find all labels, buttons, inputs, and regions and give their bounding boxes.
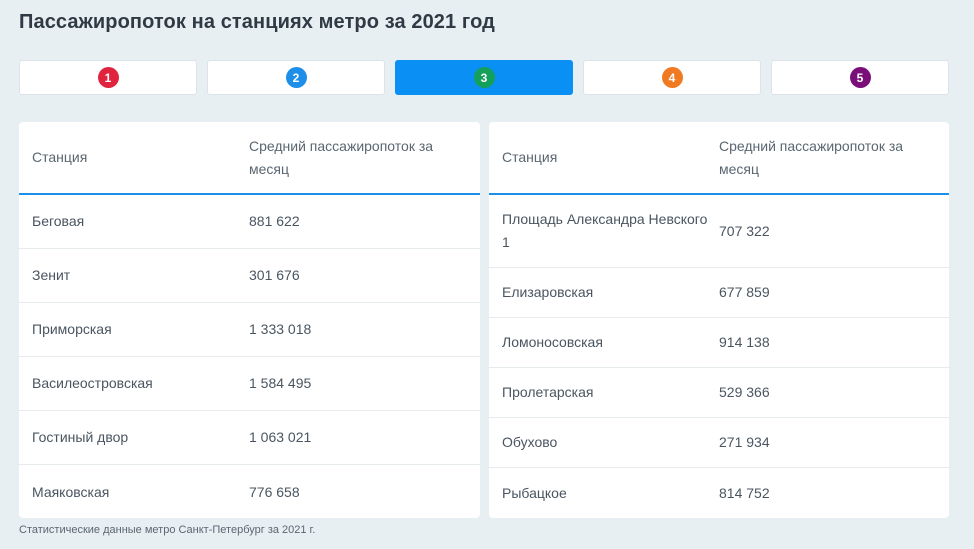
station-name: Рыбацкое	[502, 484, 567, 501]
table-row: Беговая 881 622	[19, 195, 480, 249]
line-4-badge: 4	[661, 67, 683, 88]
tab-line-4[interactable]: 4	[583, 60, 761, 95]
table-row: Василеостровская 1 584 495	[19, 357, 480, 411]
tab-line-3[interactable]: 3	[395, 60, 573, 95]
tab-line-2[interactable]: 2	[207, 60, 385, 95]
stations-table-left: Станция Средний пассажиропоток за месяц …	[19, 122, 480, 518]
ridership-value: 914 138	[719, 334, 770, 350]
table-row: Елизаровская 677 859	[489, 268, 949, 318]
ridership-value: 1 584 495	[249, 375, 312, 391]
station-name: Пролетарская	[502, 384, 594, 400]
ridership-value: 707 322	[719, 222, 770, 239]
tab-line-1[interactable]: 1	[19, 60, 197, 95]
ridership-value: 529 366	[719, 384, 770, 400]
page-title: Пассажиропоток на станциях метро за 2021…	[19, 11, 495, 33]
column-header-station: Станция	[502, 149, 558, 165]
table-row: Гостиный двор 1 063 021	[19, 411, 480, 465]
station-name: Приморская	[32, 321, 112, 337]
table-row: Пролетарская 529 366	[489, 368, 949, 418]
station-name: Площадь Александра Невского 1	[502, 211, 708, 250]
line-1-badge: 1	[97, 67, 119, 88]
ridership-value: 881 622	[249, 213, 300, 229]
line-5-badge: 5	[849, 67, 871, 88]
column-header-station: Станция	[32, 149, 88, 165]
station-name: Гостиный двор	[32, 429, 129, 445]
station-name: Обухово	[502, 434, 558, 450]
column-header-ridership: Средний пассажиропоток за месяц	[249, 137, 434, 177]
ridership-value: 271 934	[719, 434, 770, 450]
table-header: Станция Средний пассажиропоток за месяц	[19, 122, 480, 195]
station-name: Ломоносовская	[502, 334, 603, 350]
ridership-value: 677 859	[719, 284, 770, 300]
table-row: Маяковская 776 658	[19, 465, 480, 518]
table-row: Зенит 301 676	[19, 249, 480, 303]
stations-table-right: Станция Средний пассажиропоток за месяц …	[489, 122, 949, 518]
column-header-ridership: Средний пассажиропоток за месяц	[719, 137, 904, 177]
station-name: Василеостровская	[32, 375, 153, 391]
ridership-value: 301 676	[249, 267, 300, 283]
station-name: Елизаровская	[502, 284, 594, 300]
table-row: Ломоносовская 914 138	[489, 318, 949, 368]
table-row: Рыбацкое 814 752	[489, 468, 949, 518]
ridership-value: 1 063 021	[249, 429, 312, 445]
ridership-value: 814 752	[719, 484, 770, 501]
ridership-value: 1 333 018	[249, 321, 312, 337]
station-name: Беговая	[32, 213, 85, 229]
tables-container: Станция Средний пассажиропоток за месяц …	[19, 122, 949, 518]
table-header: Станция Средний пассажиропоток за месяц	[489, 122, 949, 195]
tab-line-5[interactable]: 5	[771, 60, 949, 95]
station-name: Маяковская	[32, 483, 110, 500]
page: Пассажиропоток на станциях метро за 2021…	[0, 0, 974, 549]
line-2-badge: 2	[285, 67, 307, 88]
footnote: Статистические данные метро Санкт-Петерб…	[19, 524, 316, 536]
ridership-value: 776 658	[249, 483, 300, 500]
table-row: Приморская 1 333 018	[19, 303, 480, 357]
line-3-badge: 3	[473, 67, 495, 88]
table-row: Обухово 271 934	[489, 418, 949, 468]
table-row: Площадь Александра Невского 1 707 322	[489, 195, 949, 268]
line-tabs: 1 2 3 4 5	[19, 60, 949, 95]
station-name: Зенит	[32, 267, 71, 283]
